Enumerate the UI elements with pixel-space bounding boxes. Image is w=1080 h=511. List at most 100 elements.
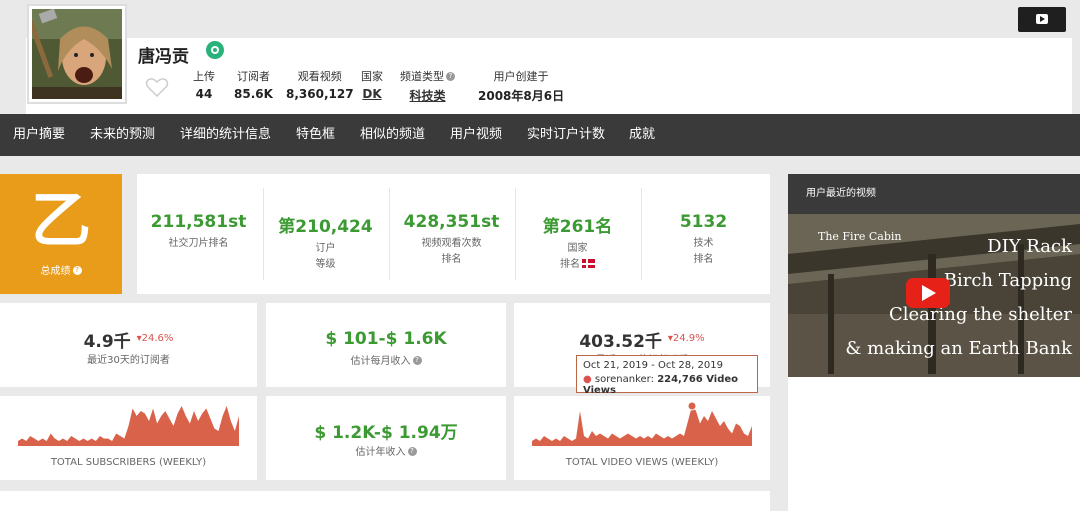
rank-value: 第261名 <box>542 217 613 237</box>
help-icon[interactable]: ? <box>446 72 455 81</box>
rank-value: 428,351st <box>403 212 500 232</box>
channel-name: 唐冯贡 <box>138 47 189 67</box>
metric-label: 最近30天的订阅者 <box>87 355 170 366</box>
metric-label: 估计每月收入? <box>266 352 506 367</box>
rank-label-line2: 排名 <box>441 254 462 265</box>
thumb-text: Birch Tapping <box>944 270 1072 291</box>
chart-tooltip: Oct 21, 2019 - Oct 28, 2019 ● sorenanker… <box>576 355 758 396</box>
tooltip-row: ● sorenanker: 224,766 Video Views <box>583 374 751 396</box>
metric-value: 4.9千 ▾24.6% <box>0 327 257 352</box>
nav-item-future-projections[interactable]: 未来的预测 <box>90 114 155 156</box>
stat-value: 8,360,127 <box>286 87 354 101</box>
thumb-text: & making an Earth Bank <box>845 338 1073 359</box>
chart-area-series <box>18 406 239 446</box>
youtube-icon <box>1036 14 1048 24</box>
monthly-earnings-card: $ 101-$ 1.6K 估计每月收入? <box>266 303 506 387</box>
stat-uploads: 上传 44 <box>193 68 215 101</box>
chart-point <box>687 401 697 411</box>
country-link[interactable]: DK <box>361 87 383 101</box>
stat-channel-type: 频道类型? 科技类 <box>400 68 455 104</box>
chart-area-series <box>532 406 752 446</box>
youtube-link-button[interactable] <box>1018 7 1066 32</box>
stat-value: 2008年8月6日 <box>478 89 565 103</box>
rank-label-line1: 技术 <box>693 238 714 249</box>
rank-label-line1: 订户 <box>315 243 336 254</box>
views-weekly-chart-card: TOTAL VIDEO VIEWS (WEEKLY) <box>514 396 770 480</box>
rank-value: 第210,424 <box>278 217 373 237</box>
nav-item-detailed-stats[interactable]: 详细的统计信息 <box>180 114 271 156</box>
chart-label: TOTAL VIDEO VIEWS (WEEKLY) <box>565 457 719 468</box>
avatar-image <box>32 9 122 99</box>
metric-delta: ▾24.9% <box>667 333 705 344</box>
stat-video-views: 观看视频 8,360,127 <box>286 68 354 101</box>
rank-label: 社交刀片排名 <box>168 238 229 249</box>
grade-letter: 乙 <box>31 186 91 256</box>
tooltip-range: Oct 21, 2019 - Oct 28, 2019 <box>583 360 723 371</box>
main-nav: 用户摘要 未来的预测 详细的统计信息 特色框 相似的频道 用户视频 实时订户计数… <box>0 114 1080 156</box>
rank-label-line2: 排名 <box>560 259 580 270</box>
denmark-flag-icon <box>582 259 595 268</box>
top-strip <box>0 0 1080 38</box>
metric-label: 估计年收入? <box>266 443 506 458</box>
grade-card: 乙 总成绩? <box>0 174 122 294</box>
subs-weekly-chart-card: TOTAL SUBSCRIBERS (WEEKLY) <box>0 396 257 480</box>
metric-value: $ 101-$ 1.6K <box>325 329 447 349</box>
stat-label: 国家 <box>361 70 383 83</box>
tooltip-series: sorenanker: <box>594 374 654 385</box>
rank-label: 视频观看次数 排名 <box>390 236 513 268</box>
grade-label-text: 总成绩 <box>40 266 71 277</box>
recent-video-title: 用户最近的视频 <box>788 174 1080 214</box>
metric-delta: ▾24.6% <box>136 333 174 344</box>
help-icon[interactable]: ? <box>72 266 82 275</box>
nav-item-summary[interactable]: 用户摘要 <box>13 114 65 156</box>
grade-label: 总成绩? <box>0 262 122 277</box>
metric-value: 403.52千 ▾24.9% <box>514 327 770 352</box>
rank-label-line1: 国家 <box>567 243 588 254</box>
avatar[interactable] <box>27 4 127 104</box>
nav-item-featured[interactable]: 特色框 <box>296 114 335 156</box>
stat-label-text: 频道类型 <box>400 70 444 83</box>
delta-text: 24.9% <box>672 333 705 344</box>
rank-label: 订户 等级 <box>264 241 387 273</box>
help-icon[interactable]: ? <box>412 356 422 365</box>
rank-label: 国家排名 <box>516 241 639 273</box>
thumb-text: The Fire Cabin <box>818 230 901 243</box>
stat-label: 频道类型? <box>400 68 455 84</box>
metric-number: 4.9千 <box>83 332 131 352</box>
rank-country: 第261名 国家排名 <box>516 174 639 294</box>
rank-social-blade: 211,581st 社交刀片排名 <box>137 174 260 294</box>
help-icon[interactable]: ? <box>407 447 417 456</box>
thumb-text: DIY Rack <box>987 236 1073 257</box>
stat-country: 国家 DK <box>361 68 383 101</box>
rank-value: 211,581st <box>150 212 247 232</box>
rank-label-line2: 排名 <box>693 254 714 265</box>
stat-label: 用户创建于 <box>493 70 549 83</box>
nav-item-live-sub-count[interactable]: 实时订户计数 <box>527 114 605 156</box>
stat-label: 订阅者 <box>236 70 270 83</box>
stat-label: 上传 <box>193 70 215 83</box>
metric-value: $ 1.2K-$ 1.94万 <box>314 423 458 443</box>
series-dot-icon: ● <box>583 374 592 385</box>
stat-label: 观看视频 <box>297 70 342 83</box>
rank-label-line2: 等级 <box>315 259 336 270</box>
rank-video-views: 428,351st 视频观看次数 排名 <box>390 174 513 294</box>
nav-item-similar-channels[interactable]: 相似的频道 <box>360 114 425 156</box>
metric-number: 403.52千 <box>579 332 662 352</box>
nav-item-user-videos[interactable]: 用户视频 <box>450 114 502 156</box>
rank-value: 5132 <box>679 212 728 232</box>
metric-label-text: 估计年收入 <box>355 447 406 458</box>
verified-icon <box>206 41 224 59</box>
video-thumbnail[interactable]: The Fire Cabin DIY Rack Birch Tapping Cl… <box>788 214 1080 377</box>
heart-icon[interactable] <box>145 76 169 98</box>
stat-value: 85.6K <box>234 87 273 101</box>
subs-30days-card: 4.9千 ▾24.6% 最近30天的订阅者 <box>0 303 257 387</box>
rank-subscribers: 第210,424 订户等级 <box>264 174 387 294</box>
channel-type-link[interactable]: 科技类 <box>400 87 455 104</box>
bottom-card <box>0 491 770 511</box>
nav-item-achievements[interactable]: 成就 <box>629 114 655 156</box>
rank-category: 5132 技术排名 <box>642 174 765 294</box>
yearly-earnings-card: $ 1.2K-$ 1.94万 估计年收入? <box>266 396 506 480</box>
stat-value: 44 <box>195 87 213 101</box>
chart-label: TOTAL SUBSCRIBERS (WEEKLY) <box>50 457 207 468</box>
stat-created: 用户创建于 2008年8月6日 <box>478 68 564 104</box>
